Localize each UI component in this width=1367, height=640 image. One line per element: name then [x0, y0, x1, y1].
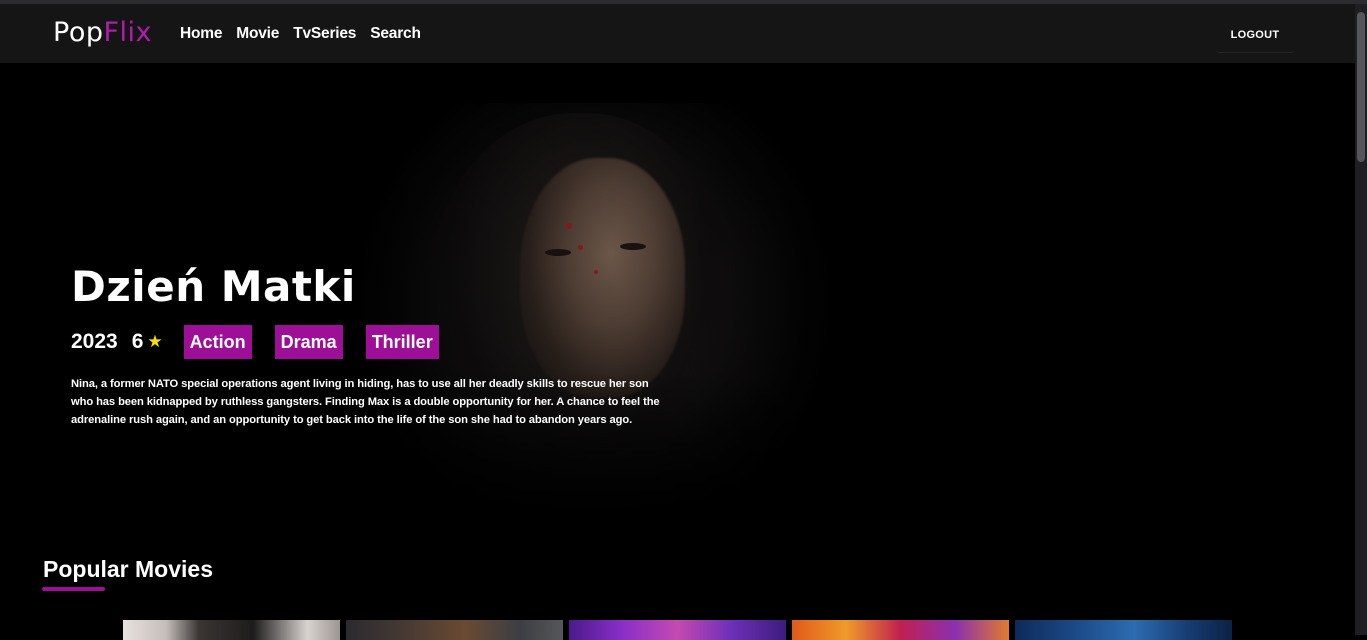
- brand-logo-part1: Pop: [53, 17, 104, 48]
- movie-poster-card[interactable]: [123, 620, 340, 640]
- nav-link-movie[interactable]: Movie: [236, 25, 279, 43]
- hero-title: Dzień Matki: [71, 262, 356, 311]
- logout-button[interactable]: LOGOUT: [1216, 18, 1294, 53]
- section-title-underline: [42, 587, 105, 591]
- movie-poster-card[interactable]: [792, 620, 1009, 640]
- genre-badge-thriller: Thriller: [365, 325, 439, 359]
- navbar: PopFlix Home Movie TvSeries Search LOGOU…: [0, 4, 1355, 63]
- movie-poster-card[interactable]: [346, 620, 563, 640]
- star-icon: ★: [147, 332, 163, 351]
- page-scrollbar[interactable]: [1355, 4, 1367, 635]
- release-year: 2023: [71, 330, 118, 353]
- genre-badge-drama: Drama: [274, 325, 343, 359]
- popular-movies-row: [123, 620, 1232, 640]
- nav-link-search[interactable]: Search: [370, 25, 421, 43]
- movie-poster-card[interactable]: [569, 620, 786, 640]
- rating-value: 6: [131, 330, 144, 353]
- genre-badge-action: Action: [183, 325, 252, 359]
- brand-logo-part2: Flix: [103, 17, 152, 48]
- movie-poster-card[interactable]: [1015, 620, 1232, 640]
- hero-meta: 2023 6 ★ Action Drama Thriller: [71, 325, 462, 359]
- hero-overview: Nina, a former NATO special operations a…: [71, 378, 660, 426]
- nav-link-tvseries[interactable]: TvSeries: [293, 25, 356, 43]
- section-title-popular-movies: Popular Movies: [43, 556, 213, 582]
- nav-links: Home Movie TvSeries Search: [180, 25, 421, 43]
- nav-link-home[interactable]: Home: [180, 25, 222, 43]
- scrollbar-thumb[interactable]: [1357, 12, 1365, 162]
- brand-logo[interactable]: PopFlix: [53, 17, 152, 48]
